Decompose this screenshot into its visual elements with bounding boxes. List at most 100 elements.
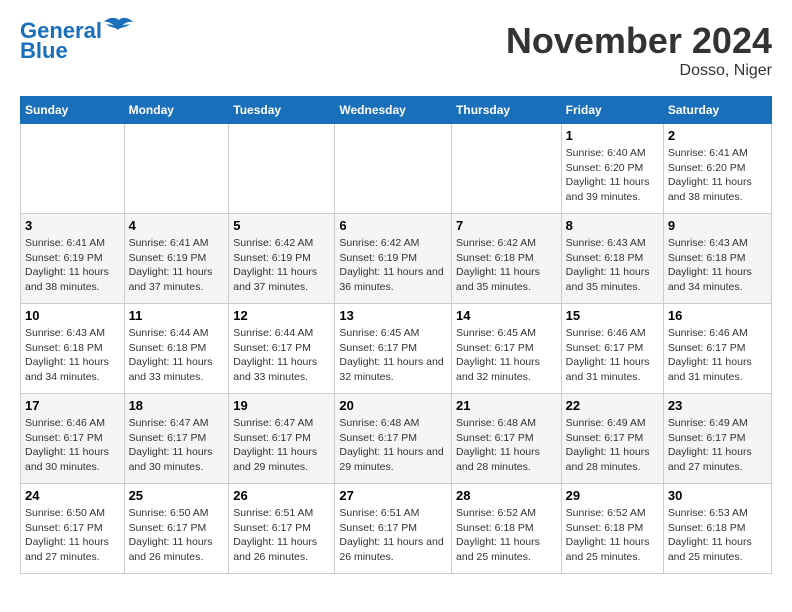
calendar-cell: 23 Sunrise: 6:49 AM Sunset: 6:17 PM Dayli… [663,394,771,484]
day-info: Sunrise: 6:48 AM Sunset: 6:17 PM Dayligh… [339,416,447,475]
calendar-cell: 12 Sunrise: 6:44 AM Sunset: 6:17 PM Dayli… [229,304,335,394]
day-number: 10 [25,308,120,323]
day-number: 20 [339,398,447,413]
calendar-cell [335,124,452,214]
calendar-cell: 13 Sunrise: 6:45 AM Sunset: 6:17 PM Dayli… [335,304,452,394]
calendar-cell: 26Sunrise: 6:51 AM Sunset: 6:17 PM Dayli… [229,484,335,574]
calendar-cell: 29 Sunrise: 6:52 AM Sunset: 6:18 PM Dayli… [561,484,663,574]
day-info: Sunrise: 6:41 AM Sunset: 6:20 PM Dayligh… [668,146,767,205]
calendar-cell: 27 Sunrise: 6:51 AM Sunset: 6:17 PM Dayli… [335,484,452,574]
day-number: 16 [668,308,767,323]
day-number: 25 [129,488,225,503]
calendar-cell: 2 Sunrise: 6:41 AM Sunset: 6:20 PM Daylig… [663,124,771,214]
day-info: Sunrise: 6:44 AM Sunset: 6:17 PM Dayligh… [233,326,330,385]
calendar-cell: 14Sunrise: 6:45 AM Sunset: 6:17 PM Dayli… [452,304,562,394]
day-info: Sunrise: 6:52 AM Sunset: 6:18 PM Dayligh… [566,506,659,565]
day-number: 9 [668,218,767,233]
day-info: Sunrise: 6:41 AM Sunset: 6:19 PM Dayligh… [25,236,120,295]
day-number: 18 [129,398,225,413]
calendar-cell: 28Sunrise: 6:52 AM Sunset: 6:18 PM Dayli… [452,484,562,574]
calendar-cell: 25 Sunrise: 6:50 AM Sunset: 6:17 PM Dayli… [124,484,229,574]
day-number: 8 [566,218,659,233]
day-number: 21 [456,398,557,413]
header-thursday: Thursday [452,97,562,124]
calendar-cell: 5Sunrise: 6:42 AM Sunset: 6:19 PM Daylig… [229,214,335,304]
day-number: 1 [566,128,659,143]
day-info: Sunrise: 6:43 AM Sunset: 6:18 PM Dayligh… [566,236,659,295]
day-info: Sunrise: 6:50 AM Sunset: 6:17 PM Dayligh… [25,506,120,565]
calendar-cell: 8 Sunrise: 6:43 AM Sunset: 6:18 PM Daylig… [561,214,663,304]
header-wednesday: Wednesday [335,97,452,124]
calendar-cell: 24 Sunrise: 6:50 AM Sunset: 6:17 PM Dayli… [21,484,125,574]
day-number: 13 [339,308,447,323]
day-info: Sunrise: 6:52 AM Sunset: 6:18 PM Dayligh… [456,506,557,565]
header-monday: Monday [124,97,229,124]
calendar-cell: 18Sunrise: 6:47 AM Sunset: 6:17 PM Dayli… [124,394,229,484]
calendar-cell [21,124,125,214]
calendar-cell: 15Sunrise: 6:46 AM Sunset: 6:17 PM Dayli… [561,304,663,394]
location-subtitle: Dosso, Niger [506,62,772,80]
calendar-cell: 11 Sunrise: 6:44 AM Sunset: 6:18 PM Dayli… [124,304,229,394]
day-number: 15 [566,308,659,323]
day-info: Sunrise: 6:50 AM Sunset: 6:17 PM Dayligh… [129,506,225,565]
day-number: 29 [566,488,659,503]
logo-bird-icon [104,16,134,38]
calendar-cell: 22Sunrise: 6:49 AM Sunset: 6:17 PM Dayli… [561,394,663,484]
calendar-cell: 9 Sunrise: 6:43 AM Sunset: 6:18 PM Daylig… [663,214,771,304]
day-info: Sunrise: 6:44 AM Sunset: 6:18 PM Dayligh… [129,326,225,385]
calendar-cell: 1 Sunrise: 6:40 AM Sunset: 6:20 PM Daylig… [561,124,663,214]
calendar-cell: 16Sunrise: 6:46 AM Sunset: 6:17 PM Dayli… [663,304,771,394]
day-info: Sunrise: 6:41 AM Sunset: 6:19 PM Dayligh… [129,236,225,295]
calendar-cell: 19 Sunrise: 6:47 AM Sunset: 6:17 PM Dayli… [229,394,335,484]
day-number: 23 [668,398,767,413]
day-number: 11 [129,308,225,323]
calendar-cell: 10 Sunrise: 6:43 AM Sunset: 6:18 PM Dayli… [21,304,125,394]
day-info: Sunrise: 6:51 AM Sunset: 6:17 PM Dayligh… [233,506,330,565]
calendar-cell: 6 Sunrise: 6:42 AM Sunset: 6:19 PM Daylig… [335,214,452,304]
calendar-week-row: 1 Sunrise: 6:40 AM Sunset: 6:20 PM Daylig… [21,124,772,214]
calendar-week-row: 17 Sunrise: 6:46 AM Sunset: 6:17 PM Dayli… [21,394,772,484]
day-number: 7 [456,218,557,233]
day-number: 27 [339,488,447,503]
header-friday: Friday [561,97,663,124]
day-number: 14 [456,308,557,323]
day-info: Sunrise: 6:51 AM Sunset: 6:17 PM Dayligh… [339,506,447,565]
day-info: Sunrise: 6:53 AM Sunset: 6:18 PM Dayligh… [668,506,767,565]
day-number: 6 [339,218,447,233]
day-number: 19 [233,398,330,413]
day-number: 5 [233,218,330,233]
day-number: 3 [25,218,120,233]
page-header: General Blue November 2024 Dosso, Niger [20,20,772,80]
calendar-week-row: 3 Sunrise: 6:41 AM Sunset: 6:19 PM Daylig… [21,214,772,304]
day-number: 17 [25,398,120,413]
calendar-cell: 3 Sunrise: 6:41 AM Sunset: 6:19 PM Daylig… [21,214,125,304]
calendar-cell: 30 Sunrise: 6:53 AM Sunset: 6:18 PM Dayli… [663,484,771,574]
calendar-header-row: SundayMondayTuesdayWednesdayThursdayFrid… [21,97,772,124]
calendar-cell: 17 Sunrise: 6:46 AM Sunset: 6:17 PM Dayli… [21,394,125,484]
day-info: Sunrise: 6:48 AM Sunset: 6:17 PM Dayligh… [456,416,557,475]
day-number: 30 [668,488,767,503]
day-info: Sunrise: 6:45 AM Sunset: 6:17 PM Dayligh… [339,326,447,385]
day-info: Sunrise: 6:40 AM Sunset: 6:20 PM Dayligh… [566,146,659,205]
calendar-cell: 21 Sunrise: 6:48 AM Sunset: 6:17 PM Dayli… [452,394,562,484]
header-saturday: Saturday [663,97,771,124]
day-number: 2 [668,128,767,143]
day-info: Sunrise: 6:42 AM Sunset: 6:18 PM Dayligh… [456,236,557,295]
day-number: 12 [233,308,330,323]
day-info: Sunrise: 6:43 AM Sunset: 6:18 PM Dayligh… [25,326,120,385]
day-info: Sunrise: 6:42 AM Sunset: 6:19 PM Dayligh… [339,236,447,295]
calendar-cell: 4Sunrise: 6:41 AM Sunset: 6:19 PM Daylig… [124,214,229,304]
logo: General Blue [20,20,134,64]
day-number: 24 [25,488,120,503]
month-title: November 2024 [506,20,772,62]
calendar-cell [124,124,229,214]
day-info: Sunrise: 6:49 AM Sunset: 6:17 PM Dayligh… [668,416,767,475]
day-info: Sunrise: 6:46 AM Sunset: 6:17 PM Dayligh… [25,416,120,475]
day-info: Sunrise: 6:43 AM Sunset: 6:18 PM Dayligh… [668,236,767,295]
calendar-week-row: 10 Sunrise: 6:43 AM Sunset: 6:18 PM Dayli… [21,304,772,394]
calendar-cell [452,124,562,214]
logo-blue-text: Blue [20,38,68,64]
day-info: Sunrise: 6:47 AM Sunset: 6:17 PM Dayligh… [233,416,330,475]
day-info: Sunrise: 6:49 AM Sunset: 6:17 PM Dayligh… [566,416,659,475]
calendar-week-row: 24 Sunrise: 6:50 AM Sunset: 6:17 PM Dayli… [21,484,772,574]
